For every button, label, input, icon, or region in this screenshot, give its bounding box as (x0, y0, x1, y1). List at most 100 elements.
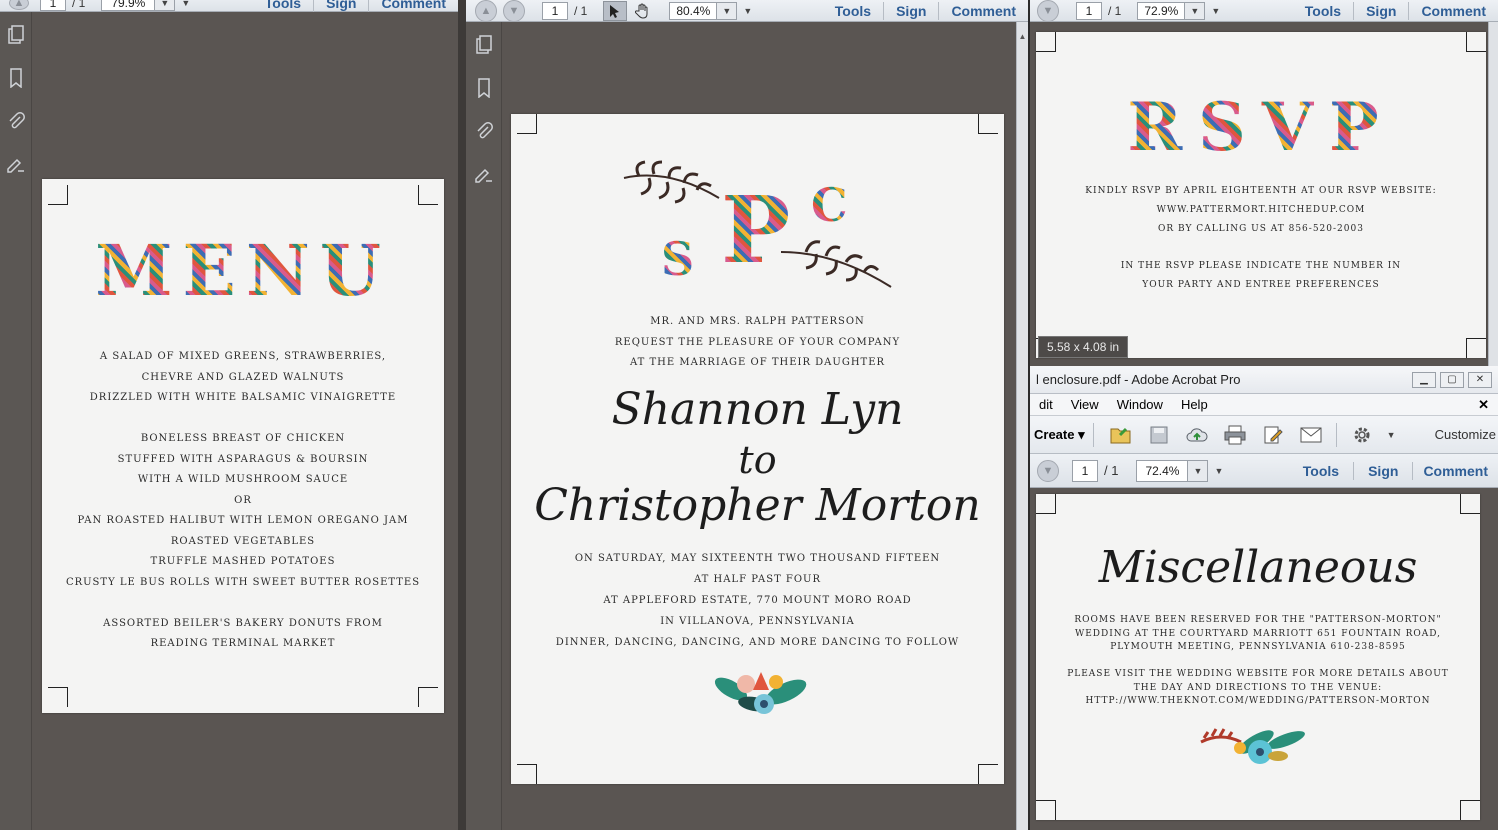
document-viewport[interactable]: S P C Mr. and Mrs. Ralph Patterson reques… (466, 22, 1016, 830)
text-line (1036, 655, 1480, 669)
text-line: Rooms have been reserved for the "Patter… (1074, 615, 1442, 625)
rsvp-text-block: Kindly RSVP by April eighteenth at our R… (1036, 182, 1486, 295)
sign-pane-link[interactable]: Sign (883, 1, 938, 20)
more-options-arrow[interactable]: ▼ (175, 0, 196, 8)
page-total: / 1 (574, 3, 588, 18)
previous-page-button[interactable]: ▲ (475, 0, 497, 22)
text-line: Pan roasted halibut with lemon oregano j… (77, 515, 409, 526)
toolbar: ▼ 1 / 1 72.9% ▼ ▼ Tools Sign Comment (1030, 0, 1498, 22)
zoom-input[interactable]: 79.9% (101, 0, 156, 11)
crop-mark (418, 185, 438, 205)
email-icon[interactable] (1299, 423, 1323, 447)
text-line: roasted vegetables (170, 535, 316, 547)
select-tool-icon[interactable] (603, 0, 628, 21)
crop-mark (48, 185, 68, 205)
menu-item-view[interactable]: View (1062, 397, 1108, 412)
tools-pane-link[interactable]: Tools (823, 2, 883, 20)
bride-name: Shannon Lyn (611, 384, 904, 435)
crop-mark (517, 114, 537, 134)
zoom-input[interactable]: 80.4% (669, 1, 718, 20)
text-line: wedding at the Courtyard Marriott 651 Fo… (1074, 628, 1442, 639)
page-thumbnails-icon[interactable] (5, 24, 27, 46)
menu-item-dit[interactable]: dit (1030, 397, 1062, 412)
create-button[interactable]: Create ▾ (1030, 427, 1085, 443)
text-line: drizzled with white balsamic vinaigrette (89, 392, 397, 403)
previous-page-button[interactable]: ▲ (9, 0, 29, 10)
invitation-page: S P C Mr. and Mrs. Ralph Patterson reques… (511, 114, 1004, 784)
page-size-tooltip: 5.58 x 4.08 in (1038, 336, 1129, 358)
page-number-input[interactable]: 1 (40, 0, 66, 11)
more-options-arrow[interactable]: ▼ (1208, 466, 1229, 476)
document-viewport[interactable]: RSVP Kindly RSVP by April eighteenth at … (1030, 22, 1488, 366)
print-icon[interactable] (1223, 423, 1247, 447)
customize-button[interactable]: Customize (1435, 427, 1498, 442)
menu-title: MENU (42, 231, 444, 311)
minimize-button[interactable]: ▁ (1412, 371, 1436, 388)
more-options-arrow[interactable]: ▼ (737, 6, 758, 16)
text-line: crusty le bus rolls with sweet butter ro… (65, 576, 421, 588)
settings-dropdown-arrow[interactable]: ▼ (1381, 430, 1402, 440)
sign-pane-link[interactable]: Sign (1353, 461, 1412, 480)
upload-cloud-icon[interactable] (1185, 423, 1209, 447)
signatures-icon[interactable] (5, 153, 27, 175)
next-page-button[interactable]: ▼ (1037, 0, 1059, 22)
hosts-block: Mr. and Mrs. Ralph Patterson request the … (511, 312, 1004, 374)
settings-gear-icon[interactable] (1350, 423, 1374, 447)
hand-tool-icon[interactable] (631, 1, 655, 21)
monogram-right-letter: C (811, 178, 848, 232)
comment-pane-link[interactable]: Comment (1412, 461, 1498, 480)
zoom-dropdown-button[interactable]: ▼ (717, 1, 738, 20)
crop-mark (978, 114, 998, 134)
text-line: request the pleasure of your company (614, 336, 901, 348)
text-line: on Saturday, May sixteenth two thousand … (574, 553, 941, 564)
open-folder-icon[interactable] (1109, 423, 1133, 447)
more-options-arrow[interactable]: ▼ (1205, 6, 1226, 16)
zoom-dropdown-button[interactable]: ▼ (1188, 459, 1209, 482)
maximize-button[interactable]: ▢ (1440, 371, 1464, 388)
attachments-icon[interactable] (5, 110, 27, 132)
sign-pane-link[interactable]: Sign (313, 0, 368, 12)
vertical-scrollbar[interactable] (1488, 22, 1498, 366)
save-icon[interactable] (1147, 423, 1171, 447)
signatures-icon[interactable] (473, 163, 495, 185)
crop-mark (1466, 338, 1486, 358)
close-button[interactable]: ✕ (1468, 371, 1492, 388)
zoom-input[interactable]: 72.9% (1137, 1, 1186, 20)
zoom-dropdown-button[interactable]: ▼ (1185, 1, 1206, 20)
tools-pane-link[interactable]: Tools (1293, 2, 1353, 20)
text-line: http://www.theknot.com/wedding/patterson… (1085, 696, 1431, 706)
toolbar: ▲ 1 / 1 79.9% ▼ ▼ Tools Sign Comment (0, 0, 458, 12)
comment-pane-link[interactable]: Comment (368, 0, 458, 12)
crop-mark (1460, 494, 1480, 514)
close-document-icon[interactable]: ✕ (1469, 397, 1498, 413)
menu-item-help[interactable]: Help (1172, 397, 1217, 412)
scroll-up-arrow[interactable]: ▲ (1017, 32, 1028, 41)
page-number-input[interactable]: 1 (1072, 459, 1098, 482)
tools-pane-link[interactable]: Tools (253, 0, 313, 12)
bookmarks-icon[interactable] (473, 77, 495, 99)
comment-pane-link[interactable]: Comment (938, 1, 1028, 20)
edit-document-icon[interactable] (1261, 423, 1285, 447)
text-line (1036, 238, 1486, 257)
page-thumbnails-icon[interactable] (473, 34, 495, 56)
page-total: / 1 (1104, 463, 1119, 478)
document-viewport[interactable]: MENU A salad of mixed greens, strawberri… (0, 12, 458, 830)
next-page-button[interactable]: ▼ (503, 0, 525, 22)
leaf-branch-left-icon (623, 160, 720, 204)
sign-pane-link[interactable]: Sign (1353, 1, 1408, 20)
command-toolbar: Create ▾ ▼ Customize (1030, 416, 1498, 454)
tools-pane-link[interactable]: Tools (1289, 462, 1353, 480)
next-page-button[interactable]: ▼ (1037, 459, 1059, 482)
document-viewport[interactable]: Miscellaneous Rooms have been reserved f… (1030, 488, 1498, 830)
vertical-scrollbar[interactable]: ▲ (1016, 22, 1028, 830)
page-number-input[interactable]: 1 (1076, 1, 1102, 20)
comment-pane-link[interactable]: Comment (1408, 1, 1498, 20)
page-number-input[interactable]: 1 (542, 1, 568, 20)
zoom-dropdown-button[interactable]: ▼ (155, 0, 176, 11)
attachments-icon[interactable] (473, 120, 495, 142)
menu-item-window[interactable]: Window (1108, 397, 1172, 412)
window-title: l enclosure.pdf - Adobe Acrobat Pro (1036, 372, 1241, 387)
monogram-left-letter: S (661, 232, 695, 286)
bookmarks-icon[interactable] (5, 67, 27, 89)
zoom-input[interactable]: 72.4% (1136, 459, 1189, 482)
